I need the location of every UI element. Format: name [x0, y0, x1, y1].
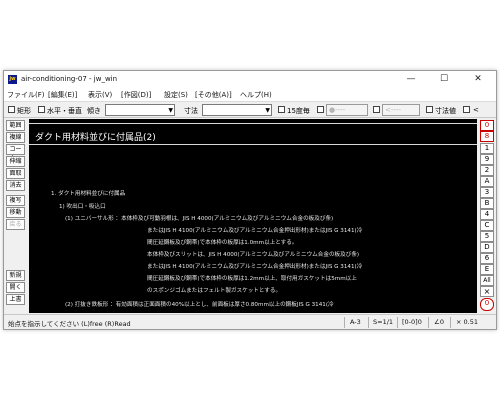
text-line: またはJIS H 4100(アルミニウム及びアルミニウム合金押出形材)またはJI… — [147, 228, 363, 234]
status-bar: 始点を指示してください (L)free (R)Read A-3 S=1/1 [0… — [4, 314, 496, 329]
tool-move[interactable]: 移動 — [6, 207, 25, 218]
layer-C[interactable]: C — [480, 220, 494, 231]
layer-group-0[interactable]: 0 — [480, 120, 494, 131]
tool-range[interactable]: 範囲 — [6, 120, 25, 131]
arrow-mode-button[interactable]: <---- — [382, 104, 420, 116]
layer-1[interactable]: 1 — [480, 143, 494, 154]
layer-3[interactable]: 3 — [480, 187, 494, 198]
deg15-checkbox[interactable] — [278, 106, 285, 113]
text-line: 1. ダクト用材料並びに付属品 — [51, 191, 126, 197]
right-layer-panel: 0 8 1 9 2 A 3 B 4 C 5 D 6 E All × 0 — [478, 119, 496, 313]
angle-display[interactable]: ∠0 — [434, 318, 444, 326]
chevron-down-icon: ▼ — [265, 107, 270, 114]
text-line: (1) ユニバーサル形 ：本体枠及び可動羽根は、JIS H 4000(アルミニウ… — [65, 216, 334, 222]
arrow-mode-checkbox[interactable] — [373, 106, 380, 113]
chevron-down-icon: ▼ — [168, 107, 173, 114]
text-line: 本体枠及びスリットは、JIS H 4000(アルミニウム及びアルミニウム合金の板… — [147, 252, 360, 258]
layer-E[interactable]: E — [480, 264, 494, 275]
dim-value-label: 寸法値 — [435, 107, 456, 115]
menu-other[interactable]: [その他(A)] — [195, 90, 232, 100]
layer-circle-0[interactable]: 0 — [480, 298, 494, 311]
tilt-combo[interactable]: ▼ — [105, 104, 175, 116]
rect-checkbox[interactable] — [8, 106, 15, 113]
menu-view[interactable]: 表示(V) — [88, 90, 112, 100]
layer-clear-button[interactable]: × — [480, 286, 494, 297]
tool-overwrite[interactable]: 上書 — [6, 294, 25, 305]
status-divider — [428, 317, 429, 328]
point-mode-checkbox[interactable] — [317, 106, 324, 113]
status-divider — [344, 317, 345, 328]
menu-edit[interactable]: [編集(E)] — [48, 90, 77, 100]
layer-D[interactable]: D — [480, 242, 494, 253]
layer-display[interactable]: [0-0]0 — [402, 318, 422, 326]
layer-B[interactable]: B — [480, 198, 494, 209]
layer-6[interactable]: 6 — [480, 253, 494, 264]
menu-bar: ファイル(F) [編集(E)] 表示(V) [作図(D)] 設定(S) [その他… — [4, 88, 496, 101]
tool-undo[interactable]: 戻る — [6, 219, 25, 230]
layer-9[interactable]: 9 — [480, 154, 494, 165]
tool-chamfer[interactable]: 面取 — [6, 168, 25, 179]
frame-line-heading — [29, 144, 477, 145]
status-divider — [450, 317, 451, 328]
menu-settings[interactable]: 設定(S) — [164, 90, 188, 100]
tool-extend[interactable]: 伸縮 — [6, 156, 25, 167]
jw-app-icon: jw — [8, 75, 17, 84]
deg15-label: 15度毎 — [287, 107, 310, 115]
tool-options-bar: 矩形 水平・垂直 傾き ▼ 寸法 ▼ 15度毎 ●---- <---- 寸法値 … — [4, 101, 496, 118]
text-line: 1) 吹出口・吸込口 — [59, 204, 106, 210]
minimize-button[interactable]: — — [399, 72, 423, 87]
menu-file[interactable]: ファイル(F) — [7, 90, 45, 100]
layer-5[interactable]: 5 — [480, 231, 494, 242]
layer-2[interactable]: 2 — [480, 165, 494, 176]
zoom-display[interactable]: × 0.51 — [456, 318, 478, 326]
tilt-label: 傾き — [87, 107, 101, 115]
horiz-vert-checkbox[interactable] — [38, 106, 45, 113]
point-mode-button[interactable]: ●---- — [326, 104, 368, 116]
menu-help[interactable]: ヘルプ(H) — [240, 90, 272, 100]
tool-corner[interactable]: コーナー — [6, 144, 25, 162]
tool-open[interactable]: 開く — [6, 282, 25, 293]
tool-offset[interactable]: 複線 — [6, 132, 25, 143]
layer-4[interactable]: 4 — [480, 209, 494, 220]
text-line: またはJIS H 4100(アルミニウム及びアルミニウム合金押出形材)またはJI… — [147, 264, 363, 270]
text-line: 間圧延鋼板及び鋼帯)で本体枠の板厚は1.2mm以上、取付用ガスケットは5mm以上 — [147, 276, 357, 282]
scale-display[interactable]: S=1/1 — [373, 318, 393, 326]
tool-erase[interactable]: 消去 — [6, 180, 25, 191]
dims-combo[interactable]: ▼ — [202, 104, 272, 116]
status-message: 始点を指示してください (L)free (R)Read — [8, 320, 131, 328]
window-title: air-conditioning-07 - jw_win — [21, 75, 118, 83]
menu-draw[interactable]: [作図(D)] — [121, 90, 151, 100]
tool-new[interactable]: 新規 — [6, 270, 25, 281]
horiz-vert-label: 水平・垂直 — [47, 107, 82, 115]
text-line: のスポンジゴムまたはフェルト製ガスケットとする。 — [147, 288, 282, 294]
layer-A[interactable]: A — [480, 176, 494, 187]
layer-group-8[interactable]: 8 — [480, 131, 494, 142]
left-tool-panel: 範囲 複線 コーナー 伸縮 面取 消去 複写 移動 戻る 新規 開く 上書 — [4, 119, 28, 313]
extra-label: < — [473, 106, 479, 114]
paper-size[interactable]: A-3 — [350, 318, 361, 326]
status-divider — [368, 317, 369, 328]
maximize-button[interactable]: ☐ — [432, 72, 456, 87]
drawing-heading: ダクト用材料並びに付属品(2) — [35, 133, 156, 143]
dims-label: 寸法 — [184, 107, 198, 115]
dim-value-checkbox[interactable] — [426, 106, 433, 113]
title-bar[interactable]: jw air-conditioning-07 - jw_win — ☐ ✕ — [4, 71, 496, 88]
app-window: jw air-conditioning-07 - jw_win — ☐ ✕ ファ… — [3, 70, 497, 330]
text-line: 間圧延鋼板及び鋼帯)で本体枠の板厚は1.0mm以上とする。 — [147, 240, 298, 246]
text-line: (2) 打抜き鉄板形 ：有効面積は正面面積の40%以上とし、前面板は厚さ0.80… — [65, 302, 334, 308]
extra-checkbox[interactable] — [463, 106, 470, 113]
status-divider — [397, 317, 398, 328]
layer-all-button[interactable]: All — [480, 275, 494, 286]
tool-copy[interactable]: 複写 — [6, 195, 25, 206]
drawing-canvas[interactable]: ダクト用材料並びに付属品(2) 1. ダクト用材料並びに付属品 1) 吹出口・吸… — [29, 119, 477, 313]
rect-label: 矩形 — [17, 107, 31, 115]
frame-line-top — [29, 123, 477, 124]
close-button[interactable]: ✕ — [466, 72, 490, 87]
